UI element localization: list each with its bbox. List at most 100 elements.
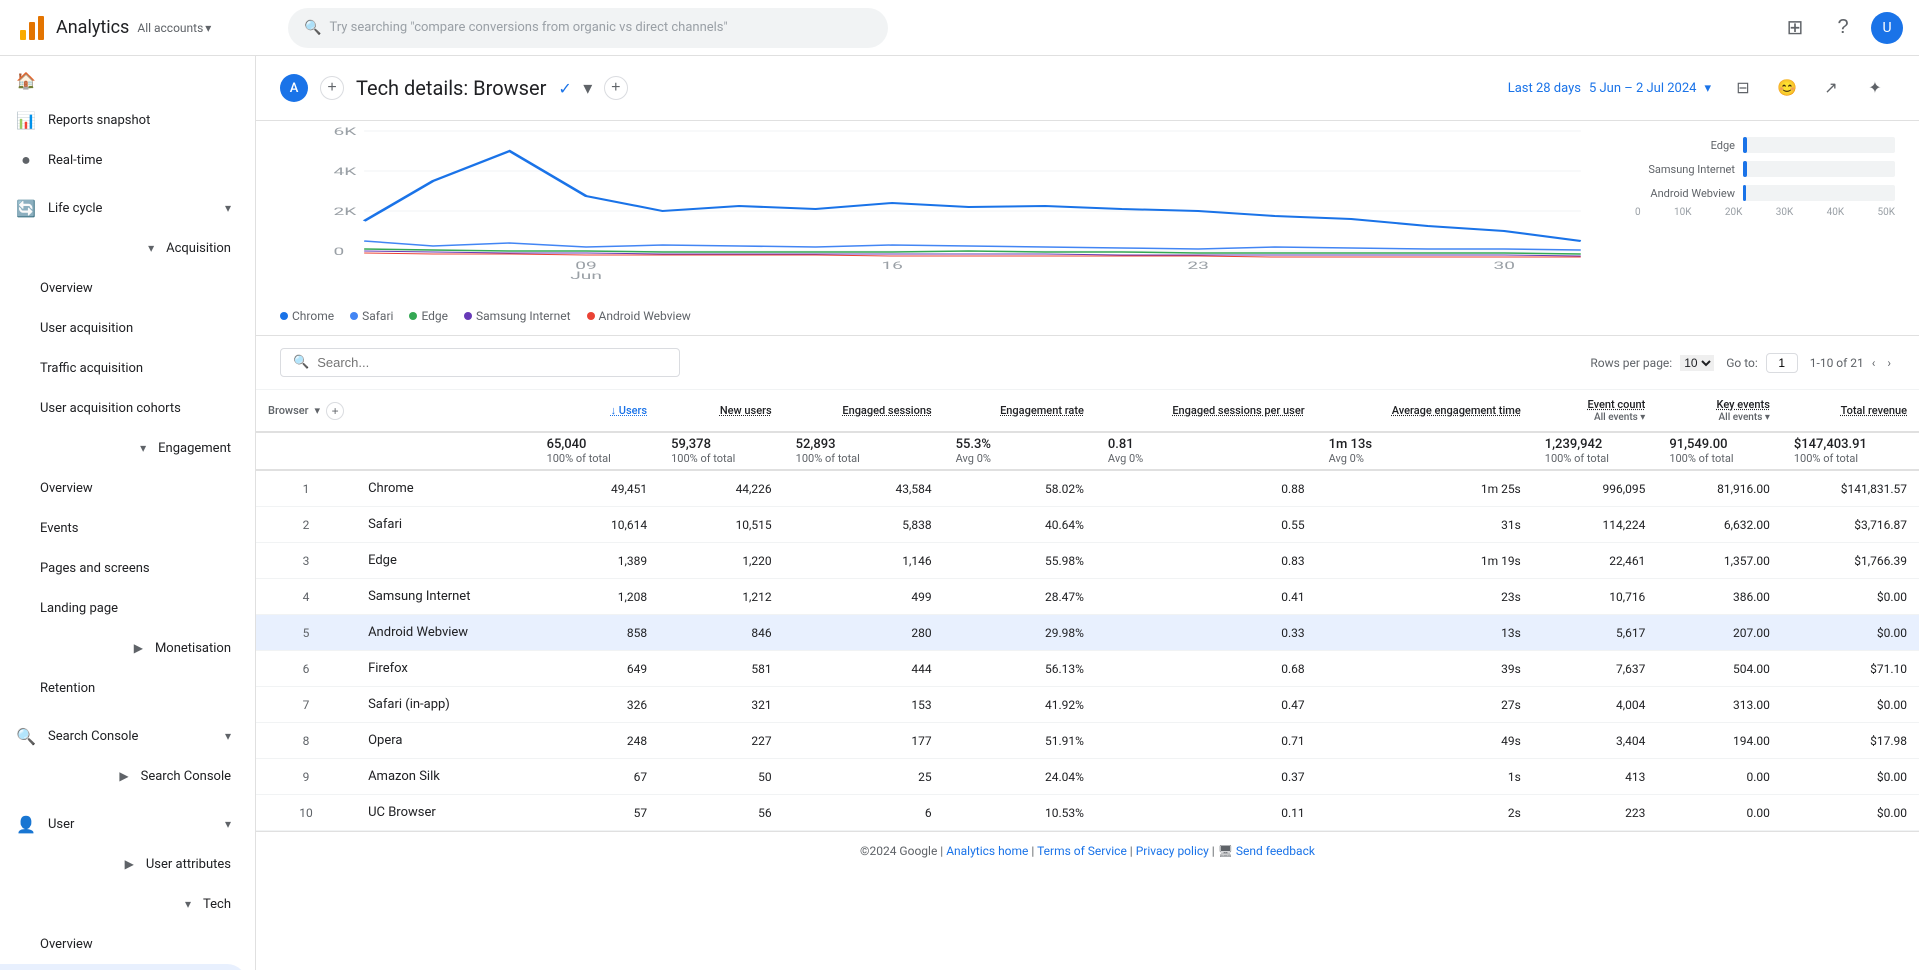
sidebar-item-eng-overview[interactable]: Overview [0, 468, 247, 508]
table-row[interactable]: 7 Safari (in-app) 326 321 153 41.92% 0.4… [256, 687, 1919, 723]
topbar-left: Analytics All accounts ▾ [16, 12, 276, 44]
share-button[interactable]: ↗ [1811, 68, 1851, 108]
table-row[interactable]: 9 Amazon Silk 67 50 25 24.04% 0.37 1s 41… [256, 759, 1919, 795]
more-button[interactable]: ✦ [1855, 68, 1895, 108]
sidebar-item-acq-overview[interactable]: Overview [0, 268, 247, 308]
engagement-rate-col-header: Engagement rate [1000, 404, 1084, 417]
footer-analytics-home[interactable]: Analytics home [946, 844, 1028, 858]
goto-input[interactable] [1766, 353, 1798, 373]
sidebar-item-traffic-acquisition[interactable]: Traffic acquisition [0, 348, 247, 388]
col-key-events[interactable]: Key events All events ▾ [1657, 390, 1782, 432]
search-bar[interactable]: 🔍 Try searching "compare conversions fro… [288, 8, 888, 48]
cell-engaged-sessions: 43,584 [784, 470, 944, 507]
sidebar-section-search-console: 🔍 Search Console ▾ ▶ Search Console [0, 712, 255, 800]
cell-engagement-rate: 55.98% [944, 543, 1096, 579]
sidebar-item-user-acquisition[interactable]: User acquisition [0, 308, 247, 348]
chart-legend: Chrome Safari Edge Samsung Internet Andr… [280, 301, 1895, 335]
sidebar-item-acq-cohorts[interactable]: User acquisition cohorts [0, 388, 247, 428]
legend-samsung[interactable]: Samsung Internet [464, 309, 571, 323]
table-row[interactable]: 10 UC Browser 57 56 6 10.53% 0.11 2s 223… [256, 795, 1919, 831]
legend-safari-label: Safari [362, 309, 393, 323]
compare-button[interactable]: ⊟ [1723, 68, 1763, 108]
event-count-sub[interactable]: All events ▾ [1594, 412, 1645, 423]
sidebar-engagement-label: Engagement [158, 441, 231, 456]
table-row[interactable]: 1 Chrome 49,451 44,226 43,584 58.02% 0.8… [256, 470, 1919, 507]
sidebar-item-landing-page[interactable]: Landing page [0, 588, 247, 628]
sidebar-item-pages-screens[interactable]: Pages and screens [0, 548, 247, 588]
table-search-input[interactable] [317, 355, 667, 370]
col-engaged-per-user[interactable]: Engaged sessions per user [1096, 390, 1317, 432]
col-users[interactable]: ↓ Users [535, 390, 660, 432]
goto-page: Go to: [1726, 353, 1798, 373]
table-search-box[interactable]: 🔍 [280, 348, 680, 377]
account-selector[interactable]: All accounts ▾ [137, 21, 211, 35]
col-total-revenue[interactable]: Total revenue [1782, 390, 1919, 432]
date-selector[interactable]: Last 28 days 5 Jun – 2 Jul 2024 ▾ [1508, 81, 1711, 96]
col-event-count[interactable]: Event count All events ▾ [1533, 390, 1658, 432]
table-row[interactable]: 3 Edge 1,389 1,220 1,146 55.98% 0.83 1m … [256, 543, 1919, 579]
add-dim-button[interactable]: + [326, 402, 344, 420]
sidebar-item-monetisation[interactable]: ▶ Monetisation [0, 628, 247, 668]
footer-feedback[interactable]: Send feedback [1236, 844, 1315, 858]
user-avatar[interactable]: U [1871, 12, 1903, 44]
key-events-col-header: Key events [1717, 398, 1770, 411]
line-chart-svg: 6K 4K 2K 0 [280, 121, 1619, 301]
sidebar-item-engagement[interactable]: ▾ Engagement [0, 428, 247, 468]
col-engagement-rate[interactable]: Engagement rate [944, 390, 1096, 432]
sidebar-item-retention[interactable]: Retention [0, 668, 247, 708]
add-comparison-button[interactable]: + [320, 76, 344, 100]
bar-chart: Edge Samsung Internet Android Webview [1635, 121, 1895, 301]
cell-engaged-sessions: 6 [784, 795, 944, 831]
topbar: Analytics All accounts ▾ 🔍 Try searching… [0, 0, 1919, 56]
legend-safari[interactable]: Safari [350, 309, 393, 323]
next-page-button[interactable]: › [1883, 352, 1895, 374]
sidebar-landing-label: Landing page [40, 601, 118, 616]
chart-container: 6K 4K 2K 0 [280, 121, 1895, 301]
table-row[interactable]: 4 Samsung Internet 1,208 1,212 499 28.47… [256, 579, 1919, 615]
cell-rank: 4 [256, 579, 356, 615]
table-row[interactable]: 2 Safari 10,614 10,515 5,838 40.64% 0.55… [256, 507, 1919, 543]
cell-users: 10,614 [535, 507, 660, 543]
engaged-sessions-col-header: Engaged sessions [842, 404, 931, 417]
sidebar-user-header[interactable]: 👤 User ▾ [0, 804, 247, 844]
insights-button[interactable]: 😊 [1767, 68, 1807, 108]
prev-page-button[interactable]: ‹ [1868, 352, 1880, 374]
bar-row-webview: Android Webview [1635, 181, 1895, 205]
table-row[interactable]: 5 Android Webview 858 846 280 29.98% 0.3… [256, 615, 1919, 651]
add-report-button[interactable]: + [604, 76, 628, 100]
cell-users: 248 [535, 723, 660, 759]
legend-chrome[interactable]: Chrome [280, 309, 334, 323]
cell-rank: 10 [256, 795, 356, 831]
rows-per-page-select[interactable]: 10 25 50 [1680, 355, 1714, 371]
footer-terms[interactable]: Terms of Service [1037, 844, 1127, 858]
sidebar-item-tech-overview[interactable]: Overview [0, 924, 247, 964]
title-edit-button[interactable]: ▾ [576, 76, 600, 100]
sidebar-item-lifecycle[interactable]: 🔄 Life cycle ▾ [0, 188, 247, 228]
cell-avg-engagement: 1s [1317, 759, 1533, 795]
sidebar-item-tech[interactable]: ▾ Tech [0, 884, 247, 924]
sidebar-item-acquisition[interactable]: ▾ Acquisition [0, 228, 247, 268]
cell-key-events: 0.00 [1657, 759, 1782, 795]
cell-avg-engagement: 39s [1317, 651, 1533, 687]
sidebar-item-search-console[interactable]: ▶ Search Console [0, 756, 247, 796]
col-avg-engagement[interactable]: Average engagement time [1317, 390, 1533, 432]
col-new-users[interactable]: New users [659, 390, 784, 432]
sidebar-item-reports-snapshot[interactable]: 📊 Reports snapshot [0, 100, 247, 140]
sidebar-item-events[interactable]: Events [0, 508, 247, 548]
totals-row: 65,040 100% of total 59,378 100% of tota… [256, 432, 1919, 470]
apps-button[interactable]: ⊞ [1775, 8, 1815, 48]
sidebar-item-home[interactable]: 🏠 [0, 60, 247, 100]
table-row[interactable]: 6 Firefox 649 581 444 56.13% 0.68 39s 7,… [256, 651, 1919, 687]
table-area: 🔍 Rows per page: 10 25 50 Go to: 1- [256, 336, 1919, 831]
legend-webview[interactable]: Android Webview [587, 309, 691, 323]
sidebar-item-user-attributes[interactable]: ▶ User attributes [0, 844, 247, 884]
sidebar-item-tech-details[interactable]: Tech details [0, 964, 247, 970]
table-row[interactable]: 8 Opera 248 227 177 51.91% 0.71 49s 3,40… [256, 723, 1919, 759]
col-engaged-sessions[interactable]: Engaged sessions [784, 390, 944, 432]
key-events-sub[interactable]: All events ▾ [1719, 412, 1770, 423]
legend-edge[interactable]: Edge [409, 309, 448, 323]
sidebar-search-console-header[interactable]: 🔍 Search Console ▾ [0, 716, 247, 756]
sidebar-item-realtime[interactable]: ● Real-time [0, 140, 247, 180]
help-button[interactable]: ? [1823, 8, 1863, 48]
footer-privacy[interactable]: Privacy policy [1136, 844, 1209, 858]
